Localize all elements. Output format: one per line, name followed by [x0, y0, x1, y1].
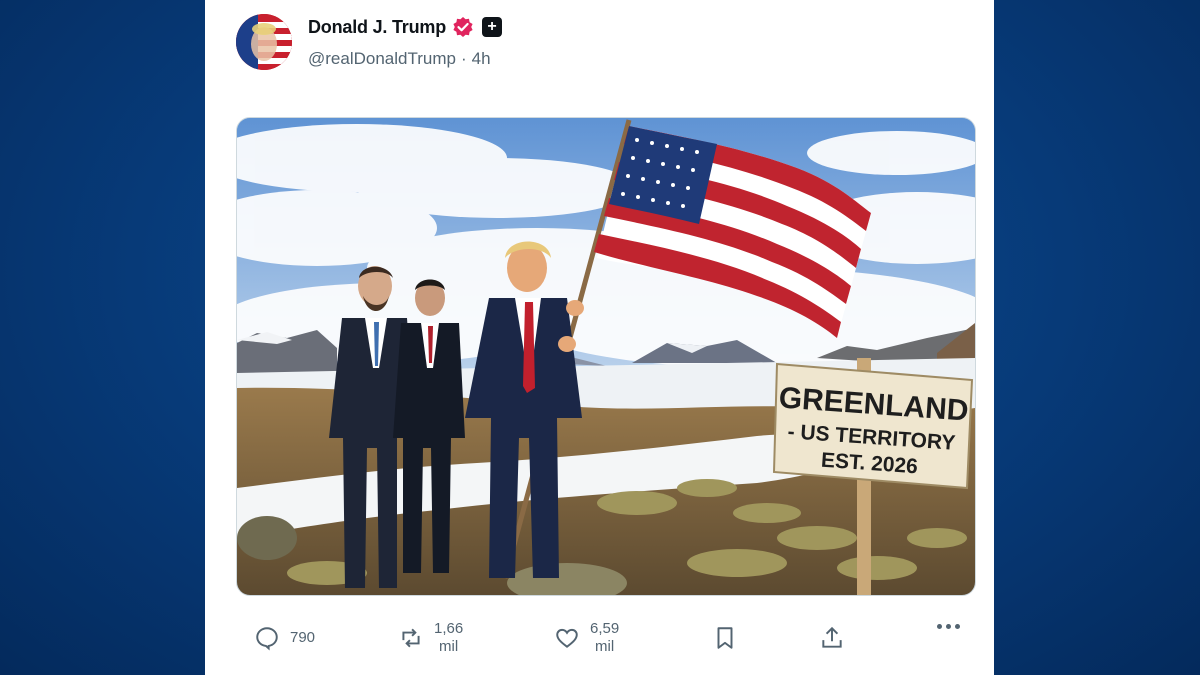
separator: · — [460, 49, 467, 68]
action-bar: 790 1,66 mil 6,59 mil — [236, 610, 974, 666]
like-count-number: 6,59 — [590, 620, 620, 637]
repost-count-number: 1,66 — [434, 620, 464, 637]
reply-button[interactable]: 790 — [254, 610, 315, 666]
author-name[interactable]: Donald J. Trump — [308, 17, 446, 38]
verified-badge-icon — [453, 17, 473, 37]
author-row: Donald J. Trump + — [308, 16, 503, 38]
share-icon — [822, 626, 842, 648]
bookmark-button[interactable] — [712, 610, 738, 666]
post-time[interactable]: 4h — [472, 49, 491, 69]
reply-count: 790 — [290, 629, 316, 646]
repost-icon — [402, 628, 420, 648]
repost-button[interactable]: 1,66 mil — [398, 610, 463, 666]
like-icon — [556, 628, 578, 648]
like-button[interactable]: 6,59 mil — [554, 610, 619, 666]
like-count-unit: mil — [595, 638, 615, 655]
share-button[interactable] — [819, 610, 845, 666]
bookmark-icon — [717, 627, 733, 649]
greenland-flag-illustration: GREENLAND - US TERRITORY EST. 2026 — [237, 118, 975, 595]
author-handle[interactable]: @realDonaldTrump — [308, 49, 456, 69]
handle-row: @realDonaldTrump · 4h — [308, 49, 491, 69]
affiliate-badge-icon: + — [482, 17, 503, 37]
repost-count: 1,66 mil — [434, 620, 463, 656]
like-count: 6,59 mil — [590, 620, 619, 656]
avatar[interactable] — [236, 14, 292, 70]
more-icon[interactable] — [937, 624, 960, 629]
avatar-image — [236, 14, 292, 70]
post-image[interactable]: GREENLAND - US TERRITORY EST. 2026 — [236, 117, 976, 596]
repost-count-unit: mil — [439, 638, 459, 655]
reply-icon — [256, 627, 278, 651]
